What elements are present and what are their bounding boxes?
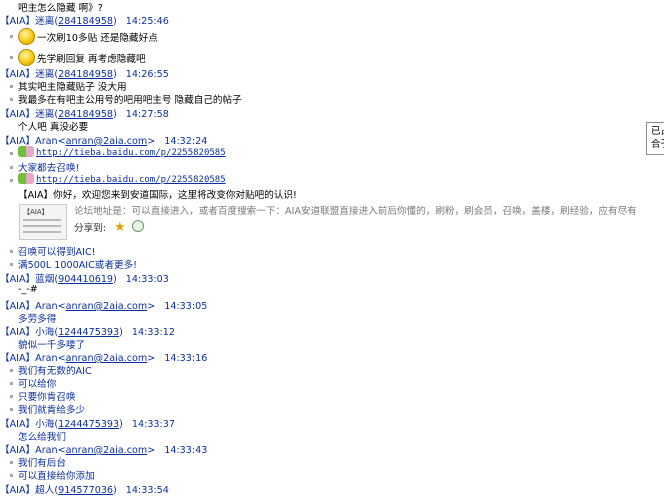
message-line: 满500L 1000AIC或者更多! [0, 257, 640, 271]
bullet-icon [10, 263, 13, 266]
message-header: 【AIA】迷离(284184958) 14:25:46 [0, 16, 169, 27]
message-line: 可以给你 [0, 376, 640, 390]
bullet-icon [10, 250, 13, 253]
circle-share-icon[interactable] [131, 220, 144, 232]
sender-qq-link[interactable]: 1244475393 [58, 419, 119, 430]
message-header: 【AIA】迷离(284184958) 14:26:55 [0, 69, 169, 80]
message-text: 吧主怎么隐藏 啊》? [18, 3, 103, 14]
message-line: 大家都去召唤! [0, 160, 640, 174]
preview-title[interactable]: 【AIA】你好，欢迎您来到安道国际，这里将改变你对贴吧的认识! [18, 187, 297, 201]
preview-thumbnail[interactable]: 【AIA】 [19, 204, 67, 240]
url-link[interactable]: http://tieba.baidu.com/p/2255820585 [36, 175, 226, 185]
message-text: -_-# [18, 284, 38, 295]
sender-email-link[interactable]: anran@2aia.com [66, 301, 148, 312]
sender-qq-link[interactable]: 284184958 [58, 16, 113, 27]
message-text: 多劳多得 [18, 314, 57, 325]
message-header: 【AIA】迷离(284184958) 14:27:58 [0, 109, 169, 120]
share-bar: 分享到: ★ [74, 220, 144, 235]
sender-qq-link[interactable]: 914577036 [58, 485, 113, 496]
message-text: 貌似一千多喽了 [18, 340, 86, 351]
timestamp: 14:33:05 [164, 301, 208, 312]
bullet-icon [10, 382, 13, 385]
share-label: 分享到: [74, 223, 107, 234]
timestamp: 14:33:12 [131, 327, 175, 338]
message-header: 【AIA】小海(1244475393) 14:33:37 [0, 419, 175, 430]
message-header: 【AIA】Aran<anran@2aia.com> 14:33:05 [0, 301, 208, 312]
bullet-icon [10, 166, 13, 169]
message-text: 我最多在有吧主公用号的吧用吧主号 隐藏自己的帖子 [18, 95, 242, 106]
message-text: 怎么给我们 [18, 432, 66, 443]
thumbnail-line [23, 219, 61, 221]
flower-emoji-icon [18, 173, 34, 184]
message-line: 一次刷10多贴 还是隐藏好点 [0, 28, 640, 45]
bullet-icon [10, 35, 13, 38]
message-line: 我们就肯给多少 [0, 402, 640, 416]
bullet-icon [10, 408, 13, 411]
sender-qq-link[interactable]: 904410619 [58, 274, 113, 285]
message-text: 可以直接给你添加 [18, 471, 95, 482]
url-link[interactable]: http://tieba.baidu.com/p/2255820585 [36, 148, 226, 158]
message-line: http://tieba.baidu.com/p/2255820585 [0, 146, 640, 160]
message-line: 我最多在有吧主公用号的吧用吧主号 隐藏自己的帖子 [0, 92, 640, 106]
bullet-icon [10, 152, 13, 155]
emoji-smile-icon [18, 28, 35, 45]
tooltip-popup: 已占 合于 [646, 122, 664, 155]
message-line: 可以直接给你添加 [0, 468, 640, 482]
thumbnail-line [23, 231, 61, 233]
message-text: 一次刷10多贴 还是隐藏好点 [37, 33, 158, 44]
message-header: 【AIA】超人(914577036) 14:33:54 [0, 485, 169, 496]
message-text: 先学刷回复 再考虑隐藏吧 [37, 54, 146, 65]
message-text: 我们有无数的AIC [18, 366, 92, 377]
star-share-icon[interactable]: ★ [114, 220, 126, 235]
timestamp: 14:27:58 [125, 109, 169, 120]
bullet-icon [10, 369, 13, 372]
bullet-icon [10, 179, 13, 182]
message-text: 可以给你 [18, 379, 57, 390]
bullet-icon [10, 56, 13, 59]
sender-nick: 【AIA】迷离 [0, 16, 55, 27]
message-text: 我们就肯给多少 [18, 405, 86, 416]
emoji-grin-icon [18, 49, 35, 66]
timestamp: 14:33:03 [125, 274, 169, 285]
message-header: 【AIA】蓝烟(904410619) 14:33:03 [0, 274, 169, 285]
bullet-icon [10, 474, 13, 477]
message-header: 【AIA】Aran<anran@2aia.com> 14:33:16 [0, 353, 208, 364]
message-line: 只要你肯召唤 [0, 389, 640, 403]
bullet-icon [10, 395, 13, 398]
message-header: 【AIA】Aran<anran@2aia.com> 14:32:24 [0, 136, 208, 147]
message-text: 我们有后台 [18, 458, 66, 469]
bullet-icon [10, 461, 13, 464]
timestamp: 14:33:54 [125, 485, 169, 496]
message-line: http://tieba.baidu.com/p/2255820585 [0, 173, 640, 187]
thumbnail-text: 【AIA】 [23, 208, 49, 216]
tooltip-line: 已占 [651, 126, 664, 137]
bullet-icon [10, 98, 13, 101]
tooltip-line: 合于 [651, 139, 664, 150]
message-text: 个人吧 真没必要 [18, 122, 89, 133]
bullet-icon [10, 85, 13, 88]
message-text: 召唤可以得到AIC! [18, 247, 96, 258]
message-text: 只要你肯召唤 [18, 392, 76, 403]
sender-nick: 【AIA】超人 [0, 485, 55, 496]
message-line: 其实吧主隐藏贴子 没大用 [0, 79, 640, 93]
message-text: 其实吧主隐藏贴子 没大用 [18, 82, 127, 93]
flower-emoji-icon [18, 146, 34, 157]
message-line: 我们有无数的AIC [0, 363, 640, 377]
message-line: 先学刷回复 再考虑隐藏吧 [0, 49, 640, 66]
message-text: 满500L 1000AIC或者更多! [18, 260, 138, 271]
message-text: 大家都去召唤! [18, 163, 80, 174]
message-line: 召唤可以得到AIC! [0, 244, 640, 258]
preview-description: 论坛地址是：可以直接进入，或者百度搜索一下：AIA安道联盟直接进入前后你懂的，刷… [74, 206, 637, 217]
timestamp: 14:33:37 [131, 419, 175, 430]
thumbnail-line [23, 225, 61, 227]
message-header: 【AIA】小海(1244475393) 14:33:12 [0, 327, 175, 338]
message-line: 我们有后台 [0, 455, 640, 469]
timestamp: 14:25:46 [125, 16, 169, 27]
message-header: 【AIA】Aran<anran@2aia.com> 14:33:43 [0, 445, 208, 456]
